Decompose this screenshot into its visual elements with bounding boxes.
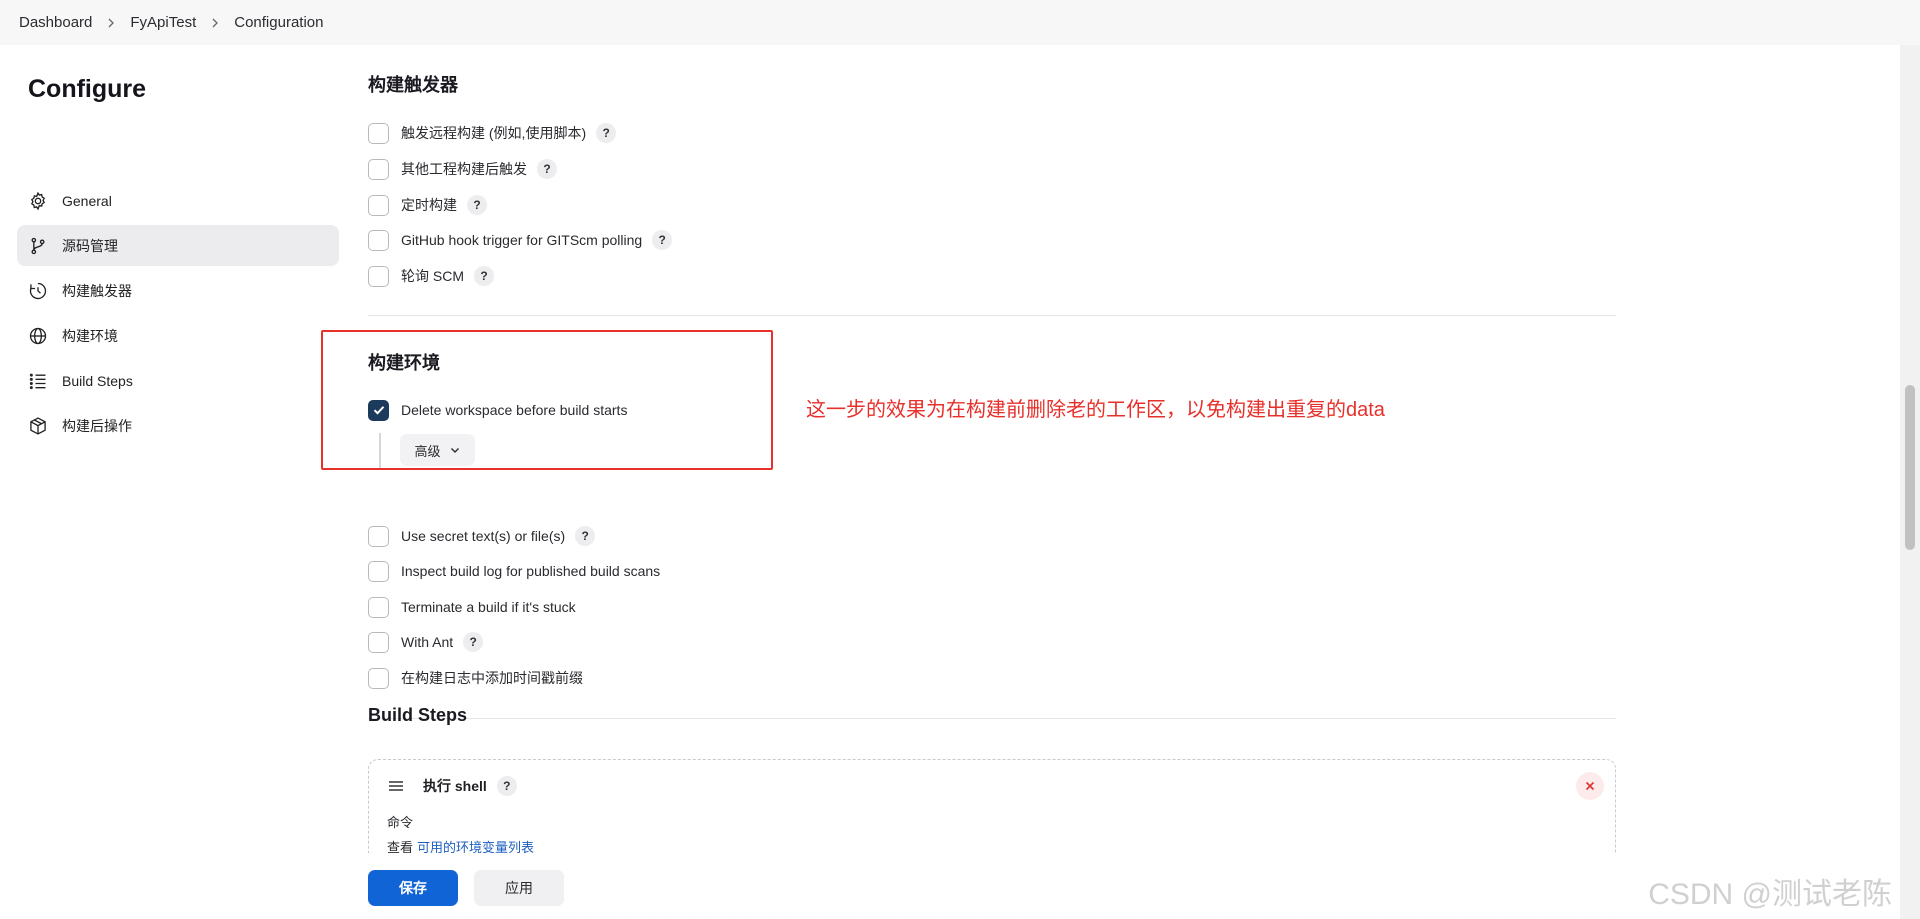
scrollbar-thumb[interactable] [1905,385,1915,550]
env-timestamp-prefix[interactable]: 在构建日志中添加时间戳前缀 [368,666,583,690]
help-icon[interactable]: ? [596,123,617,143]
trigger-github-hook[interactable]: GitHub hook trigger for GITScm polling ? [368,228,673,252]
gear-icon [28,191,48,211]
help-icon[interactable]: ? [467,195,487,215]
checkbox-label: 在构建日志中添加时间戳前缀 [401,670,583,686]
sidebar-item-build-environment[interactable]: 构建环境 [17,315,339,356]
help-icon[interactable]: ? [474,266,494,286]
checkbox[interactable] [368,265,389,287]
checkbox-label: Use secret text(s) or file(s) [401,528,566,544]
sidebar-item-post-build[interactable]: 构建后操作 [17,405,339,446]
checkbox-label: 定时构建 [401,197,457,213]
checkbox-label: GitHub hook trigger for GITScm polling [401,232,643,248]
trigger-poll-scm[interactable]: 轮询 SCM ? [368,264,494,288]
sidebar-nav: General 源码管理 构建触发器 构建环境 Build Steps 构建后操… [17,180,339,450]
env-inspect-build-log[interactable]: Inspect build log for published build sc… [368,559,660,583]
bottom-action-bar: 保存 应用 CSDN @测试老陈 [0,853,1900,919]
list-icon [28,371,48,391]
checkbox[interactable] [368,158,389,180]
sidebar-item-label: 构建后操作 [62,417,132,434]
globe-icon [28,326,48,346]
env-terminate-stuck[interactable]: Terminate a build if it's stuck [368,595,576,619]
checkbox-label: With Ant [401,634,454,650]
clock-icon [28,281,48,301]
checkbox-label: 其他工程构建后触发 [401,161,527,177]
section-divider [368,718,1616,719]
checkbox-label: 触发远程构建 (例如,使用脚本) [401,125,587,141]
help-icon[interactable]: ? [652,230,673,250]
checkbox[interactable] [368,596,389,618]
git-branch-icon [28,236,48,256]
section-title-build-steps: Build Steps [368,705,468,725]
help-icon[interactable]: ? [463,632,484,652]
chevron-right-icon [106,18,116,28]
package-icon [28,416,48,436]
build-step-title: 执行 shell [423,778,487,794]
breadcrumb: Dashboard FyApiTest Configuration [0,0,1920,45]
help-icon[interactable]: ? [575,526,596,546]
checkbox[interactable] [368,194,389,216]
section-divider [368,315,1616,316]
trigger-scheduled-build[interactable]: 定时构建 ? [368,193,487,217]
sidebar-item-label: General [62,192,112,209]
drag-handle-icon[interactable] [387,777,405,795]
checkbox-label: 轮询 SCM [401,268,464,284]
trigger-remote-build[interactable]: 触发远程构建 (例如,使用脚本) ? [368,121,617,145]
sidebar-item-label: 源码管理 [62,237,118,254]
remove-step-button[interactable] [1576,772,1604,800]
sidebar-item-label: 构建触发器 [62,282,132,299]
close-icon [1585,781,1595,791]
checkbox[interactable] [368,560,389,582]
sidebar-item-label: Build Steps [62,372,133,389]
annotation-text: 这一步的效果为在构建前删除老的工作区，以免构建出重复的data [806,399,1385,421]
save-button[interactable]: 保存 [368,870,458,906]
command-label: 命令 [387,815,414,830]
section-title-build-triggers: 构建触发器 [368,75,458,95]
breadcrumb-configuration[interactable]: Configuration [234,14,323,31]
sidebar-item-build-triggers[interactable]: 构建触发器 [17,270,339,311]
main-content: 构建触发器 触发远程构建 (例如,使用脚本) ? 其他工程构建后触发 ? 定时构… [321,45,1616,919]
trigger-after-other-project[interactable]: 其他工程构建后触发 ? [368,157,557,181]
sidebar-item-general[interactable]: General [17,180,339,221]
checkbox[interactable] [368,525,389,547]
checkbox-label: Inspect build log for published build sc… [401,563,661,579]
checkbox[interactable] [368,122,389,144]
help-icon[interactable]: ? [537,159,557,179]
env-use-secret[interactable]: Use secret text(s) or file(s) ? [368,524,596,548]
sidebar-item-build-steps[interactable]: Build Steps [17,360,339,401]
annotation-highlight-box [321,330,773,470]
checkbox[interactable] [368,631,389,653]
env-with-ant[interactable]: With Ant ? [368,630,484,654]
chevron-right-icon [210,18,220,28]
sidebar-item-source-management[interactable]: 源码管理 [17,225,339,266]
help-icon[interactable]: ? [496,776,517,796]
page-scrollbar[interactable] [1900,45,1920,919]
breadcrumb-project[interactable]: FyApiTest [130,14,196,31]
breadcrumb-dashboard[interactable]: Dashboard [19,14,92,31]
checkbox-label: Terminate a build if it's stuck [401,599,576,615]
watermark: CSDN @测试老陈 [1648,878,1892,911]
build-step-header: 执行 shell ? [387,776,517,796]
checkbox[interactable] [368,229,389,251]
checkbox[interactable] [368,667,389,689]
sidebar-title: Configure [28,75,147,103]
apply-button[interactable]: 应用 [474,870,564,906]
sidebar-item-label: 构建环境 [62,327,118,344]
